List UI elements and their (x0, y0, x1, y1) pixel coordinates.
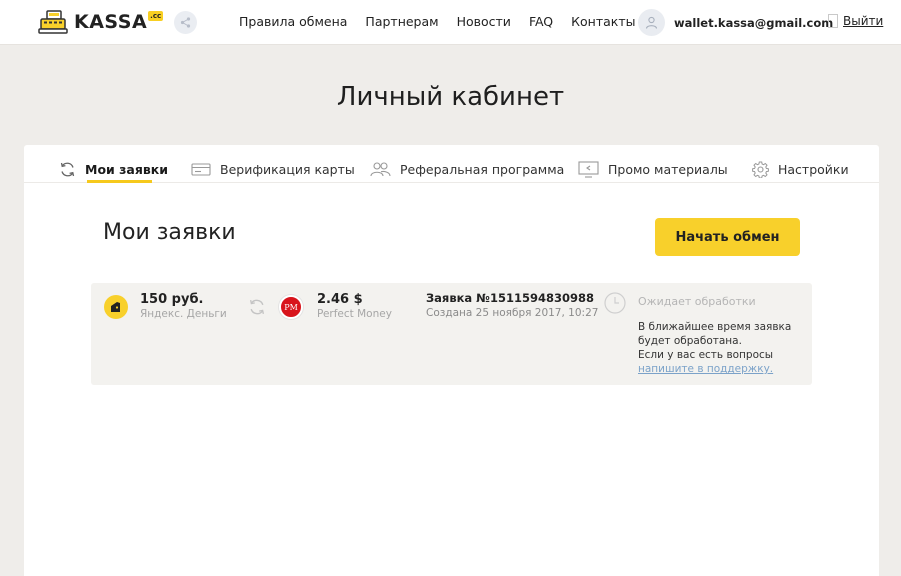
share-button[interactable] (174, 11, 197, 34)
order-date: Создана 25 ноября 2017, 10:27 (426, 307, 599, 319)
status-message-line: В ближайшее время заявка (638, 321, 792, 333)
logout-label: Выйти (843, 14, 884, 28)
nav-partners[interactable]: Партнерам (365, 14, 438, 29)
nav-faq[interactable]: FAQ (529, 14, 553, 29)
nav-exchange-rules[interactable]: Правила обмена (239, 14, 347, 29)
tab-referral[interactable]: Реферальная программа (370, 155, 564, 183)
main-nav: Правила обмена Партнерам Новости FAQ Кон… (239, 14, 654, 29)
pm-icon-text: PM (284, 302, 298, 312)
start-exchange-button[interactable]: Начать обмен (655, 218, 800, 256)
exchange-arrows-icon (245, 295, 269, 319)
tab-settings[interactable]: Настройки (752, 155, 849, 183)
to-system: Perfect Money (317, 308, 392, 320)
page-title: Личный кабинет (336, 82, 565, 112)
logo-text: KASSA (74, 11, 148, 33)
user-menu[interactable]: wallet.kassa@gmail.com (638, 9, 833, 36)
tab-promo[interactable]: Промо материалы (578, 155, 728, 183)
support-link[interactable]: напишите в поддержку. (638, 363, 773, 375)
status-message-line: будет обработана. (638, 335, 742, 347)
tab-label: Настройки (778, 161, 849, 177)
from-amount: 150 руб. (140, 292, 204, 307)
account-card: Мои заявки Верификация карты Реферальная… (24, 145, 879, 576)
to-amount: 2.46 $ (317, 292, 363, 307)
perfect-money-icon: PM (279, 295, 303, 319)
logo[interactable]: KASSA .cc (38, 10, 164, 34)
tab-label: Верификация карты (220, 161, 355, 177)
user-icon (645, 16, 658, 29)
logout-link[interactable]: Выйти (828, 14, 883, 28)
cash-register-icon (38, 10, 68, 34)
nav-contacts[interactable]: Контакты (571, 14, 635, 29)
users-icon (370, 162, 391, 177)
card-icon (191, 162, 211, 176)
order-status: Ожидает обработки (638, 295, 756, 308)
status-message-line: Если у вас есть вопросы (638, 349, 774, 361)
order-row[interactable]: 150 руб. Яндекс. Деньги PM 2.46 $ Perfec… (91, 283, 812, 385)
yandex-money-icon (104, 295, 128, 319)
order-number: Заявка №1511594830988 (426, 291, 595, 305)
tabs-bar: Мои заявки Верификация карты Реферальная… (24, 145, 879, 183)
from-system: Яндекс. Деньги (140, 308, 227, 320)
nav-news[interactable]: Новости (457, 14, 511, 29)
section-title: Мои заявки (103, 220, 236, 245)
refresh-icon (60, 162, 75, 176)
gear-icon (752, 161, 769, 178)
clock-icon (604, 292, 626, 314)
avatar (638, 9, 665, 36)
status-message: В ближайшее время заявка будет обработан… (638, 320, 808, 376)
share-icon (180, 17, 191, 28)
user-email: wallet.kassa@gmail.com (674, 15, 834, 30)
tab-my-orders[interactable]: Мои заявки (59, 155, 168, 183)
tab-label: Реферальная программа (400, 161, 565, 177)
top-header: KASSA .cc Правила обмена Партнерам Новос… (0, 0, 901, 45)
tab-card-verification[interactable]: Верификация карты (191, 155, 355, 183)
logout-icon (828, 14, 838, 28)
logo-badge: .cc (148, 11, 164, 21)
monitor-icon (578, 160, 599, 178)
active-tab-indicator (87, 180, 152, 183)
tab-label: Мои заявки (85, 161, 169, 177)
tab-label: Промо материалы (608, 161, 728, 177)
